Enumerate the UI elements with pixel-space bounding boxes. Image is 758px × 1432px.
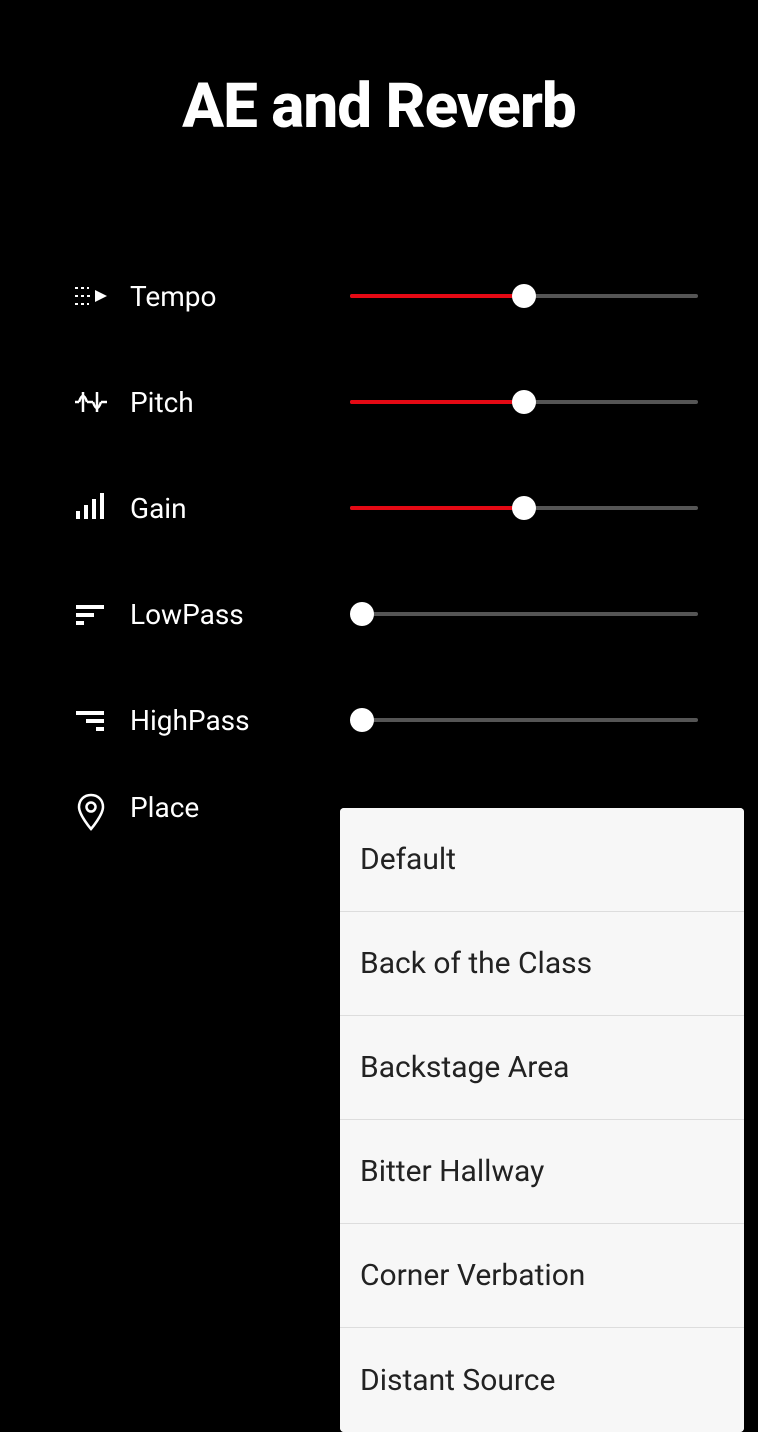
- tempo-icon: [70, 275, 112, 317]
- highpass-icon: [70, 699, 112, 741]
- row-pitch: Pitch: [70, 349, 698, 455]
- row-highpass: HighPass: [70, 667, 698, 773]
- place-option-distant-source[interactable]: Distant Source: [340, 1328, 744, 1432]
- lowpass-label: LowPass: [130, 598, 340, 631]
- tempo-slider[interactable]: [350, 284, 698, 308]
- place-option-back-of-class[interactable]: Back of the Class: [340, 912, 744, 1016]
- place-option-backstage-area[interactable]: Backstage Area: [340, 1016, 744, 1120]
- tempo-label: Tempo: [130, 280, 340, 313]
- lowpass-slider[interactable]: [350, 602, 698, 626]
- pitch-label: Pitch: [130, 386, 340, 419]
- highpass-label: HighPass: [130, 704, 340, 737]
- lowpass-icon: [70, 593, 112, 635]
- place-option-corner-verbation[interactable]: Corner Verbation: [340, 1224, 744, 1328]
- place-option-default[interactable]: Default: [340, 808, 744, 912]
- place-dropdown[interactable]: Default Back of the Class Backstage Area…: [340, 808, 744, 1432]
- gain-icon: [70, 487, 112, 529]
- page-title: AE and Reverb: [0, 70, 758, 143]
- row-tempo: Tempo: [70, 243, 698, 349]
- highpass-slider[interactable]: [350, 708, 698, 732]
- place-option-bitter-hallway[interactable]: Bitter Hallway: [340, 1120, 744, 1224]
- pitch-icon: [70, 381, 112, 423]
- gain-slider[interactable]: [350, 496, 698, 520]
- row-gain: Gain: [70, 455, 698, 561]
- gain-label: Gain: [130, 492, 340, 525]
- pitch-slider[interactable]: [350, 390, 698, 414]
- place-icon: [70, 791, 112, 833]
- row-lowpass: LowPass: [70, 561, 698, 667]
- controls-panel: Tempo Pitch: [0, 243, 758, 833]
- place-label: Place: [130, 791, 340, 824]
